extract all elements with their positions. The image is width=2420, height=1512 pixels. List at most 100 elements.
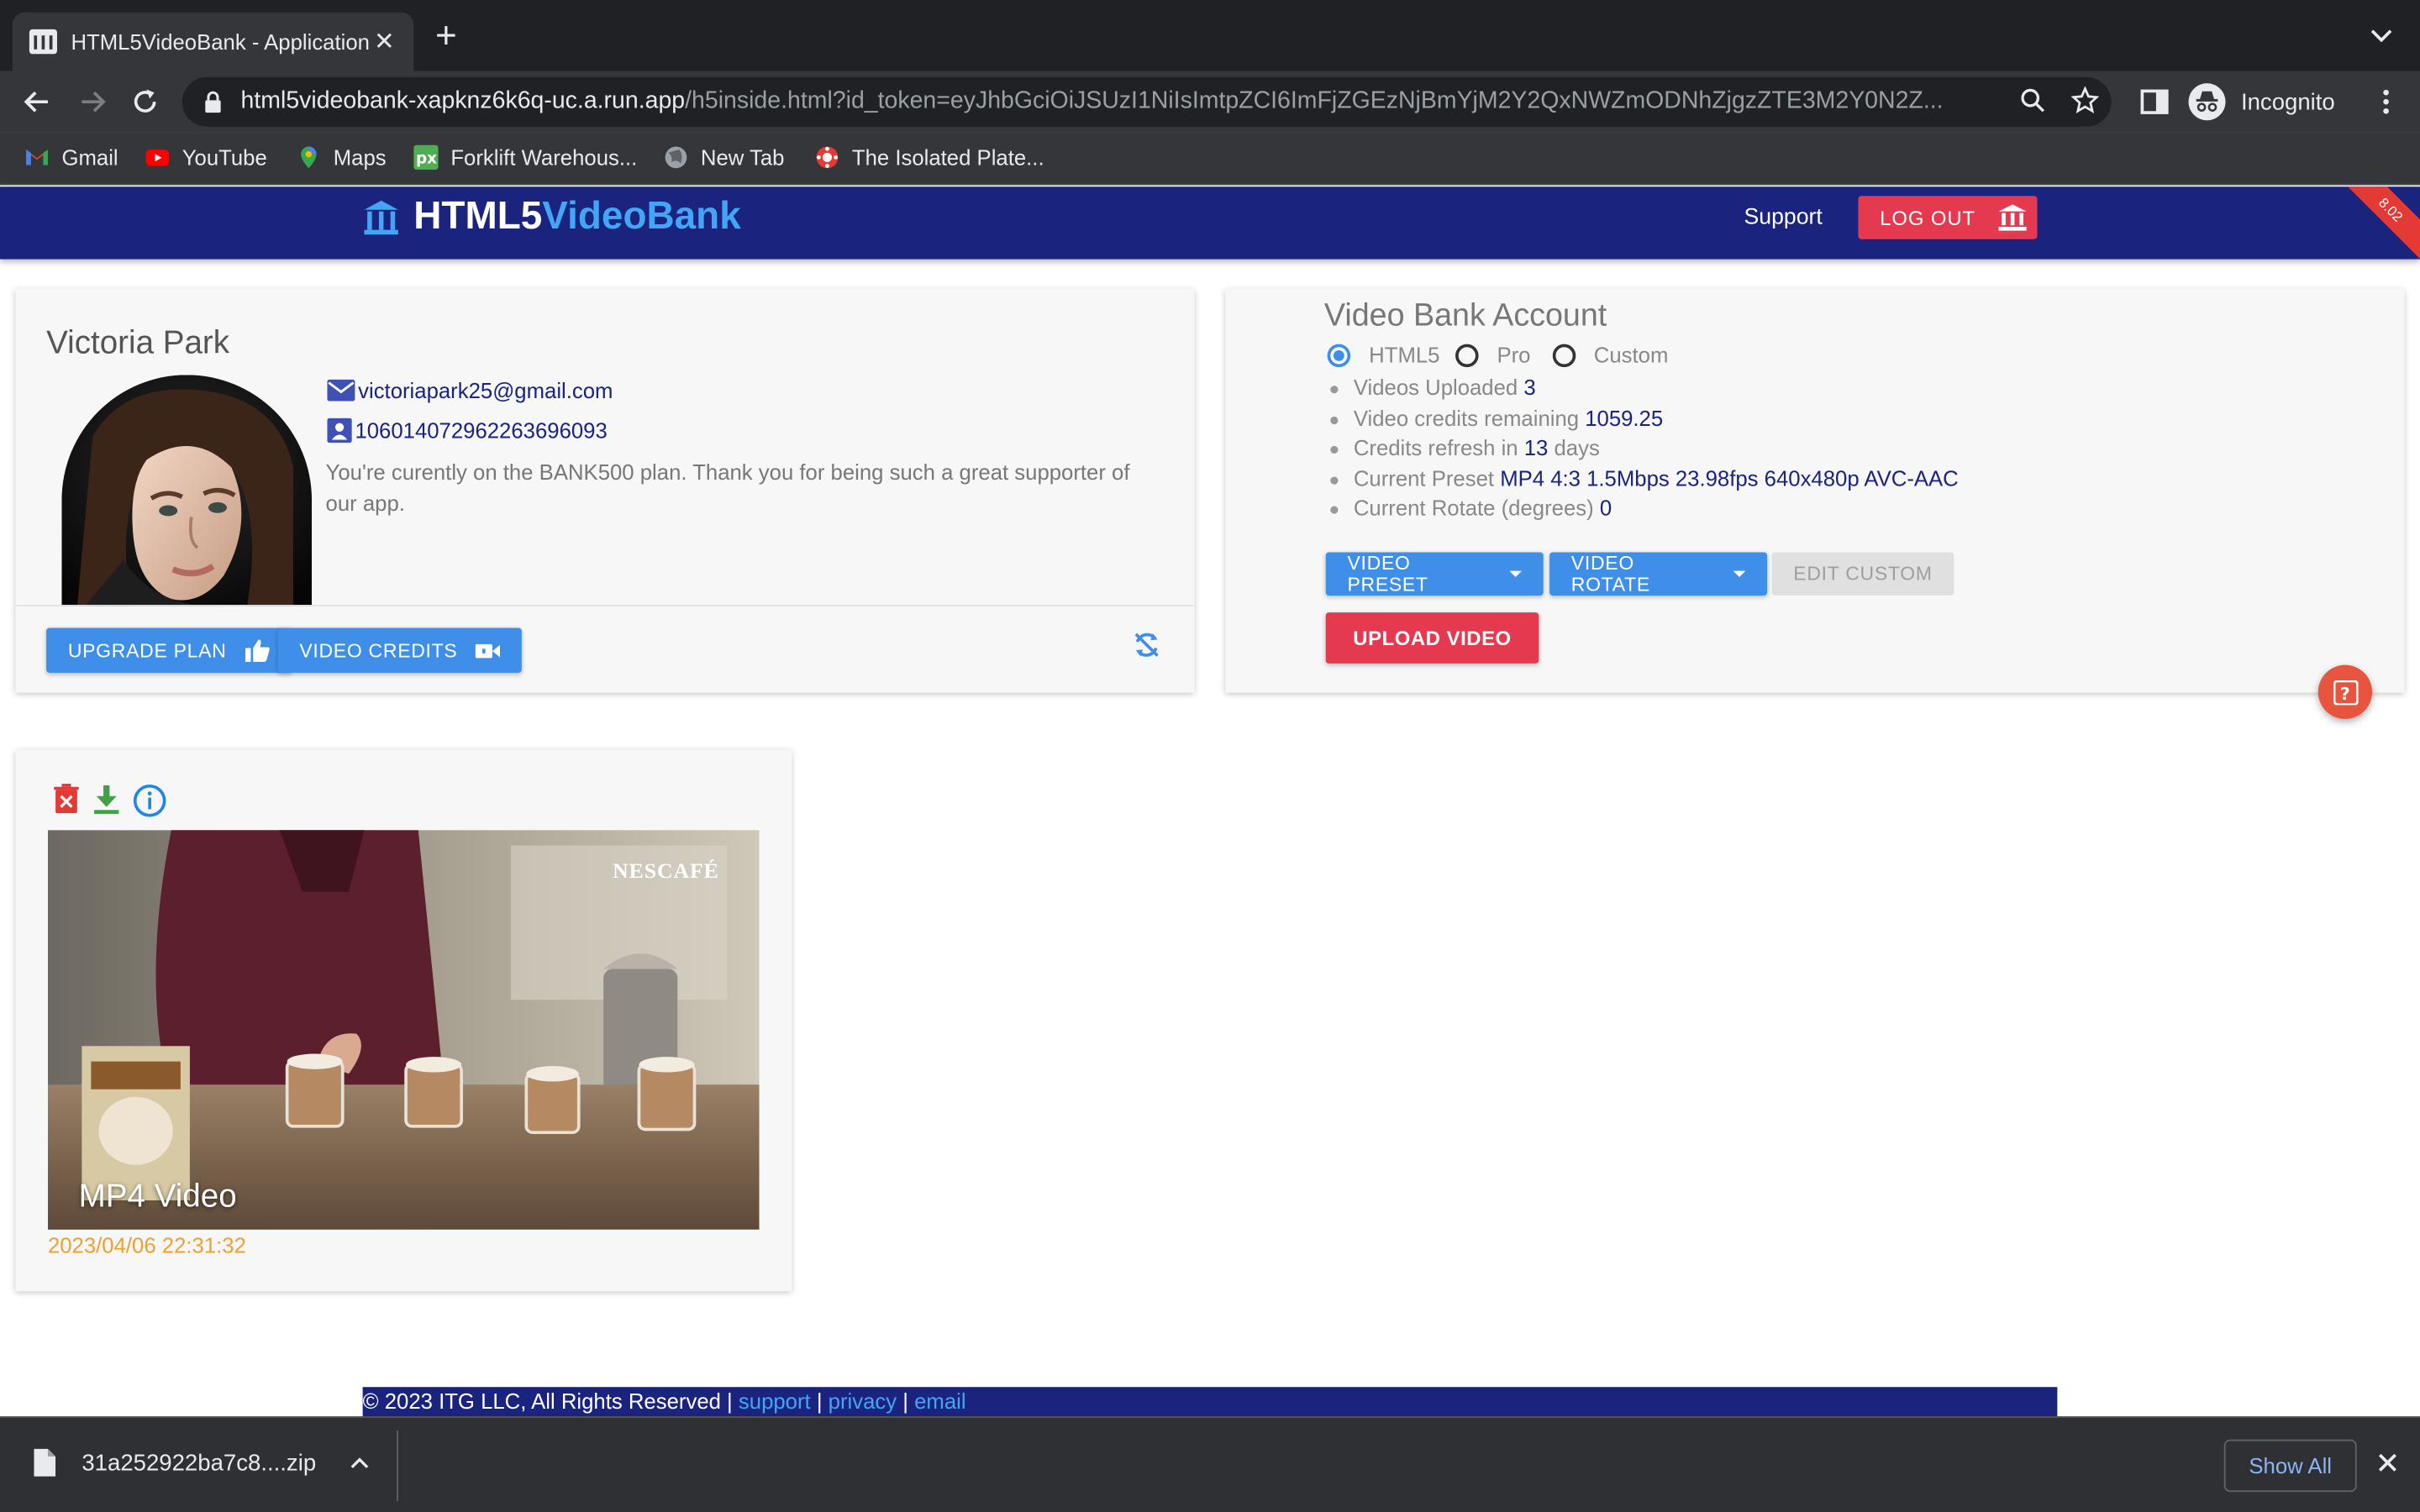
profile-card: Victoria Park victoriapark25@gmail.com 1… (15, 288, 1195, 693)
footer-separator: | (816, 1389, 823, 1414)
footer-email-link[interactable]: email (914, 1389, 965, 1413)
browser-tabstrip: HTML5VideoBank - Application ✕ + (0, 0, 2420, 71)
support-link[interactable]: Support (1744, 205, 1823, 229)
sync-icon[interactable] (1133, 631, 1160, 659)
browser-menu-icon[interactable] (2370, 87, 2402, 118)
footer-support-link[interactable]: support (739, 1389, 811, 1413)
profile-email[interactable]: victoriapark25@gmail.com (358, 378, 613, 402)
zoom-icon[interactable] (2018, 87, 2046, 114)
chevron-up-icon[interactable] (350, 1457, 369, 1469)
email-row: victoriapark25@gmail.com (327, 378, 613, 402)
video-camera-icon (476, 643, 501, 658)
site-favicon-icon (29, 29, 57, 55)
upgrade-plan-button[interactable]: UPGRADE PLAN (46, 627, 292, 673)
profile-user-id: 106014072962263696093 (355, 417, 608, 444)
copyright-text: © 2023 ITG LLC, All Rights Reserved | (362, 1389, 733, 1414)
bookmark-new-tab[interactable]: New Tab (664, 144, 785, 171)
address-bar[interactable]: html5videobank-xapknz6k6q-uc.a.run.app /… (182, 76, 2112, 127)
info-icon[interactable] (133, 784, 166, 817)
contact-card-icon (327, 417, 352, 444)
plan-message: You're curently on the BANK500 plan. Tha… (325, 459, 1130, 516)
caret-down-icon (1509, 570, 1523, 577)
tab-close-icon[interactable]: ✕ (371, 26, 398, 57)
upload-video-button[interactable]: UPLOAD VIDEO (1325, 612, 1539, 664)
show-all-button[interactable]: Show All (2223, 1439, 2357, 1493)
video-date: 2023/04/06 22:31:32 (47, 1232, 246, 1257)
lock-icon[interactable] (201, 90, 225, 114)
radio-pro[interactable] (1455, 343, 1479, 367)
bookmark-youtube[interactable]: YouTube (145, 145, 267, 170)
browser-tab[interactable]: HTML5VideoBank - Application ✕ (12, 12, 414, 71)
side-panel-icon[interactable] (2139, 87, 2170, 118)
bookmark-maps[interactable]: Maps (297, 145, 387, 170)
bookmarks-bar: Gmail YouTube Maps px Forklift Warehous.… (0, 132, 2420, 186)
stat-videos-uploaded: Videos Uploaded 3 (1328, 373, 1959, 403)
logout-label: LOG OUT (1880, 206, 1976, 229)
footer-privacy-link[interactable]: privacy (829, 1389, 897, 1413)
video-credits-button[interactable]: VIDEO CREDITS (277, 627, 523, 673)
stat-credits-remaining: Video credits remaining 1059.25 (1328, 403, 1959, 433)
video-thumbnail[interactable]: NESCAFÉ MP4 Video (47, 830, 760, 1230)
radio-label-html5: HTML5 (1369, 342, 1440, 368)
incognito-icon (2188, 83, 2226, 121)
radio-html5[interactable] (1327, 343, 1351, 367)
profile-name: Victoria Park (46, 325, 230, 361)
browser-toolbar: html5videobank-xapknz6k6q-uc.a.run.app /… (0, 71, 2420, 133)
close-icon[interactable] (2377, 1452, 2399, 1473)
file-icon (34, 1448, 56, 1477)
help-button[interactable]: ? (2317, 664, 2373, 719)
video-preset-label: VIDEO PRESET (1347, 552, 1428, 596)
download-shelf: 31a252922ba7c8....zip Show All (0, 1416, 2420, 1512)
incognito-indicator[interactable]: Incognito (2188, 77, 2335, 127)
forward-icon[interactable] (77, 87, 108, 118)
download-icon[interactable] (92, 784, 120, 815)
logo-text-videobank: VideoBank (542, 194, 741, 238)
video-credits-label: VIDEO CREDITS (299, 639, 458, 662)
thumbs-up-icon (245, 639, 270, 662)
page-footer: © 2023 ITG LLC, All Rights Reserved | su… (362, 1387, 2058, 1417)
tab-search-chevron-icon[interactable] (2368, 22, 2396, 50)
url-host: html5videobank-xapknz6k6q-uc.a.run.app (240, 87, 686, 114)
user-id-row: 106014072962263696093 (327, 417, 608, 444)
bookmark-label: New Tab (700, 144, 785, 171)
help-icon: ? (2333, 680, 2358, 705)
shelf-divider (397, 1430, 398, 1502)
url-path: /h5inside.html?id_token=eyJhbGciOiJSUzI1… (685, 87, 1944, 114)
video-caption: MP4 Video (78, 1179, 237, 1215)
bookmark-gmail[interactable]: Gmail (24, 145, 118, 170)
stat-credits-refresh: Credits refresh in 13 days (1328, 433, 1959, 464)
video-brand-watermark: NESCAFÉ (613, 860, 719, 885)
bookmark-forklift[interactable]: px Forklift Warehous... (413, 144, 637, 171)
radio-custom[interactable] (1552, 343, 1576, 367)
back-icon[interactable] (22, 87, 53, 118)
bank-icon (1998, 204, 2027, 231)
app-logo[interactable]: HTML5 VideoBank (361, 194, 741, 239)
plate-site-icon (816, 146, 839, 169)
download-item[interactable]: 31a252922ba7c8....zip (34, 1448, 369, 1477)
video-rotate-dropdown[interactable]: VIDEO ROTATE (1549, 552, 1768, 596)
reload-icon[interactable] (129, 87, 160, 118)
video-preset-dropdown[interactable]: VIDEO PRESET (1325, 552, 1544, 596)
tab-title: HTML5VideoBank - Application (71, 29, 370, 55)
edit-custom-button[interactable]: EDIT CUSTOM (1771, 552, 1954, 596)
svg-text:px: px (416, 150, 437, 168)
bank-logo-icon (364, 199, 398, 234)
bookmark-label: Maps (333, 144, 387, 171)
plan-radio-group: HTML5 Pro Custom (1327, 342, 1684, 368)
video-actions (52, 784, 166, 817)
bookmark-star-icon[interactable] (2070, 86, 2099, 114)
new-tab-icon[interactable]: + (435, 18, 457, 55)
maps-pin-icon (301, 146, 317, 169)
footer-separator: | (902, 1389, 908, 1414)
logo-text-html5: HTML5 (413, 194, 543, 238)
avatar (61, 375, 313, 606)
delete-icon[interactable] (52, 784, 80, 815)
version-ribbon: 8.02 (2331, 186, 2420, 260)
bookmark-isolated-plate[interactable]: The Isolated Plate... (815, 145, 1044, 170)
gmail-icon (26, 150, 48, 165)
logout-button[interactable]: LOG OUT (1858, 196, 2038, 239)
app-header: HTML5 VideoBank Support LOG OUT 8.02 (0, 186, 2420, 260)
profile-actions: UPGRADE PLAN VIDEO CREDITS (15, 605, 1195, 693)
account-title: Video Bank Account (1323, 297, 1607, 333)
upload-video-label: UPLOAD VIDEO (1353, 626, 1512, 650)
